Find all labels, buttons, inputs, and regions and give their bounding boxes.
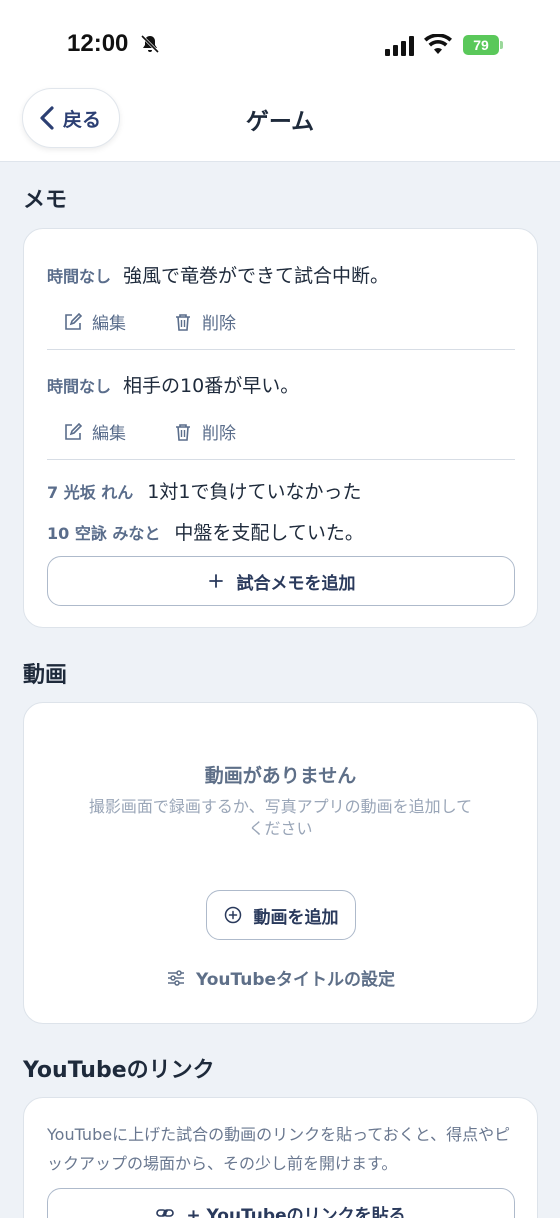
player-note-text: 中盤を支配していた。 (174, 522, 364, 544)
status-bar: 12:00 79 (0, 0, 560, 88)
edit-button[interactable]: 編集 (64, 309, 126, 334)
signal-icon (385, 36, 414, 56)
player-name: 7 光坂 れん (47, 483, 134, 502)
paste-youtube-link-button[interactable]: + YouTubeのリンクを貼る (47, 1188, 515, 1218)
video-card: 動画がありません 撮影画面で録画するか、写真アプリの動画を追加してください 動画… (23, 702, 538, 1024)
empty-description: 撮影画面で録画するか、写真アプリの動画を追加してください (88, 797, 473, 838)
memo-entry: 時間なし 強風で竜巻ができて試合中断。 (47, 261, 389, 288)
divider (47, 459, 515, 460)
memo-entry: 時間なし 相手の10番が早い。 (47, 371, 299, 398)
memo-actions: 編集 削除 (64, 309, 236, 334)
link-icon (156, 1209, 175, 1217)
plus-circle-icon (224, 906, 241, 924)
youtube-card: YouTubeに上げた試合の動画のリンクを貼っておくと、得点やピックアップの場面… (23, 1097, 538, 1218)
player-note-text: 1対1で負けていなかった (147, 481, 362, 503)
status-time: 12:00 (67, 30, 129, 57)
trash-icon (176, 313, 190, 331)
delete-label: 削除 (202, 314, 236, 334)
add-video-button[interactable]: 動画を追加 (206, 890, 356, 940)
add-memo-label: 試合メモを追加 (236, 573, 356, 594)
edit-icon (65, 422, 82, 440)
youtube-section-title: YouTubeのリンク (23, 1058, 215, 1083)
navigation-bar: 戻る ゲーム (0, 88, 560, 162)
memo-time: 時間なし (47, 377, 112, 396)
memo-actions: 編集 削除 (64, 419, 236, 444)
memo-section-title: メモ (23, 188, 68, 213)
youtube-description: YouTubeに上げた試合の動画のリンクを貼っておくと、得点やピックアップの場面… (47, 1125, 511, 1173)
player-name: 10 空詠 みなと (47, 524, 161, 543)
wifi-icon (424, 34, 452, 54)
sliders-icon (167, 969, 184, 986)
battery-indicator: 79 (463, 35, 499, 55)
video-section-title: 動画 (23, 663, 68, 688)
memo-card: 時間なし 強風で竜巻ができて試合中断。 編集 削除 時間なし 相手の10番が早い… (23, 228, 538, 628)
trash-icon (176, 423, 190, 441)
youtube-title-settings-label: YouTubeタイトルの設定 (195, 970, 396, 990)
delete-label: 削除 (202, 424, 236, 444)
edit-label: 編集 (92, 424, 126, 444)
youtube-title-settings-button[interactable]: YouTubeタイトルの設定 (24, 965, 537, 990)
page-title: ゲーム (245, 109, 315, 135)
add-memo-button[interactable]: 試合メモを追加 (47, 556, 515, 606)
edit-label: 編集 (92, 314, 126, 334)
paste-youtube-link-label: + YouTubeのリンクを貼る (186, 1205, 406, 1218)
battery-cap (500, 41, 503, 49)
divider (47, 349, 515, 350)
edit-button[interactable]: 編集 (64, 419, 126, 444)
player-note: 7 光坂 れん 1対1で負けていなかった (47, 477, 361, 504)
battery-level: 79 (473, 37, 489, 53)
player-note: 10 空詠 みなと 中盤を支配していた。 (47, 518, 364, 545)
delete-button[interactable]: 削除 (174, 419, 236, 444)
edit-icon (65, 312, 82, 330)
delete-button[interactable]: 削除 (174, 309, 236, 334)
empty-title: 動画がありません (204, 765, 357, 787)
memo-text: 相手の10番が早い。 (123, 375, 300, 397)
memo-time: 時間なし (47, 267, 112, 286)
add-video-label: 動画を追加 (253, 907, 339, 928)
memo-text: 強風で竜巻ができて試合中断。 (123, 265, 390, 287)
plus-icon (208, 574, 223, 588)
bell-off-icon (140, 34, 160, 54)
